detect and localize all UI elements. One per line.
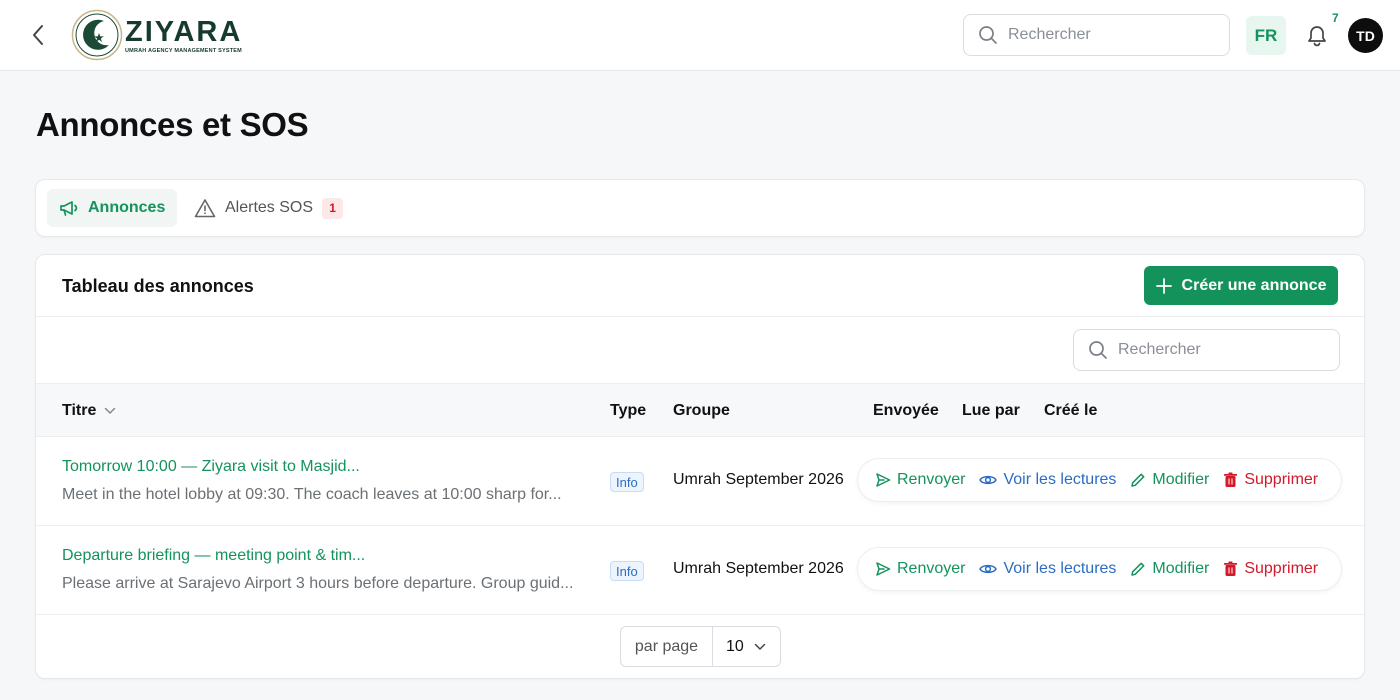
card-header: Tableau des annonces Créer une annonce (36, 255, 1364, 317)
column-sent: Envoyée (873, 402, 939, 419)
send-icon (875, 561, 891, 577)
language-switcher[interactable]: FR (1246, 16, 1286, 55)
logo-subtitle: UMRAH AGENCY MANAGEMENT SYSTEM (125, 47, 242, 54)
bell-icon[interactable] (1304, 22, 1330, 48)
global-search[interactable] (963, 14, 1230, 56)
page-title: Annonces et SOS (36, 106, 309, 143)
top-bar: ZIYARA UMRAH AGENCY MANAGEMENT SYSTEM FR… (0, 0, 1400, 71)
per-page-selector: par page 10 (620, 626, 781, 667)
per-page-value: 10 (726, 637, 744, 655)
pencil-icon (1130, 561, 1146, 577)
resend-button[interactable]: Renvoyer (875, 560, 965, 578)
tab-sos-alerts[interactable]: Alertes SOS 1 (182, 189, 355, 227)
delete-label: Supprimer (1244, 471, 1319, 488)
column-read-by: Lue par (962, 402, 1020, 419)
per-page-label: par page (621, 627, 713, 666)
type-badge: Info (610, 561, 644, 581)
column-group: Groupe (673, 402, 730, 419)
per-page-select[interactable]: 10 (713, 638, 780, 656)
megaphone-icon (59, 199, 79, 217)
column-type: Type (610, 402, 647, 419)
column-title-label: Titre (62, 402, 97, 419)
logo-name: ZIYARA (125, 15, 243, 48)
edit-label: Modifier (1152, 471, 1210, 488)
announcement-preview: Meet in the hotel lobby at 09:30. The co… (62, 486, 562, 503)
resend-label: Renvoyer (897, 471, 966, 488)
type-badge: Info (610, 472, 644, 492)
plus-icon (1155, 277, 1172, 294)
app-logo[interactable]: ZIYARA UMRAH AGENCY MANAGEMENT SYSTEM (71, 9, 242, 61)
tabs-bar: Annonces Alertes SOS 1 (35, 179, 1365, 237)
search-icon (1089, 341, 1107, 359)
trash-icon (1223, 472, 1238, 488)
group-name: Umrah September 2026 (673, 471, 844, 488)
sos-count-badge: 1 (322, 197, 344, 219)
tab-announcements-label: Annonces (88, 199, 166, 216)
table-search-input[interactable] (1118, 341, 1318, 359)
search-icon (979, 26, 997, 44)
edit-label: Modifier (1152, 560, 1210, 577)
eye-icon (979, 473, 998, 487)
resend-button[interactable]: Renvoyer (875, 471, 965, 489)
delete-button[interactable]: Supprimer (1223, 560, 1318, 578)
table-row: Departure briefing — meeting point & tim… (36, 526, 1364, 615)
view-reads-button[interactable]: Voir les lectures (979, 471, 1116, 489)
chevron-down-icon (754, 643, 766, 651)
view-reads-label: Voir les lectures (1003, 560, 1117, 577)
trash-icon (1223, 561, 1238, 577)
create-announcement-button[interactable]: Créer une annonce (1144, 266, 1338, 305)
announcement-title-link[interactable]: Departure briefing — meeting point & tim… (62, 547, 365, 565)
announcement-title-link[interactable]: Tomorrow 10:00 — Ziyara visit to Masjid.… (62, 458, 360, 476)
table-search[interactable] (1073, 329, 1340, 371)
column-created: Créé le (1044, 402, 1098, 419)
notification-count: 7 (1332, 11, 1339, 25)
chevron-left-icon (33, 25, 43, 45)
create-announcement-label: Créer une annonce (1181, 276, 1327, 294)
tab-sos-alerts-label: Alertes SOS (225, 199, 314, 216)
user-avatar[interactable]: TD (1348, 18, 1383, 53)
view-reads-label: Voir les lectures (1003, 471, 1117, 488)
warning-icon (194, 198, 216, 218)
group-name: Umrah September 2026 (673, 560, 844, 577)
eye-icon (979, 562, 998, 576)
pencil-icon (1130, 472, 1146, 488)
back-button[interactable] (26, 22, 50, 48)
crescent-star-logo-icon (71, 9, 123, 61)
announcements-table-card: Tableau des annonces Créer une annonce T… (35, 254, 1365, 679)
announcement-preview: Please arrive at Sarajevo Airport 3 hour… (62, 575, 574, 592)
row-actions: Renvoyer Voir les lectures Modifier Supp… (858, 548, 1341, 590)
edit-button[interactable]: Modifier (1130, 471, 1209, 489)
chevron-down-icon (104, 407, 116, 415)
delete-label: Supprimer (1244, 560, 1319, 577)
logo-text: ZIYARA UMRAH AGENCY MANAGEMENT SYSTEM (125, 17, 242, 54)
delete-button[interactable]: Supprimer (1223, 471, 1318, 489)
global-search-input[interactable] (1008, 26, 1208, 44)
column-title[interactable]: Titre (62, 402, 116, 420)
table-header: Titre Type Groupe Envoyée Lue par Créé l… (36, 383, 1364, 437)
table-row: Tomorrow 10:00 — Ziyara visit to Masjid.… (36, 437, 1364, 526)
edit-button[interactable]: Modifier (1130, 560, 1209, 578)
resend-label: Renvoyer (897, 560, 966, 577)
view-reads-button[interactable]: Voir les lectures (979, 560, 1116, 578)
card-title: Tableau des annonces (62, 276, 254, 296)
row-actions: Renvoyer Voir les lectures Modifier Supp… (858, 459, 1341, 501)
tab-announcements[interactable]: Annonces (47, 189, 178, 227)
send-icon (875, 472, 891, 488)
